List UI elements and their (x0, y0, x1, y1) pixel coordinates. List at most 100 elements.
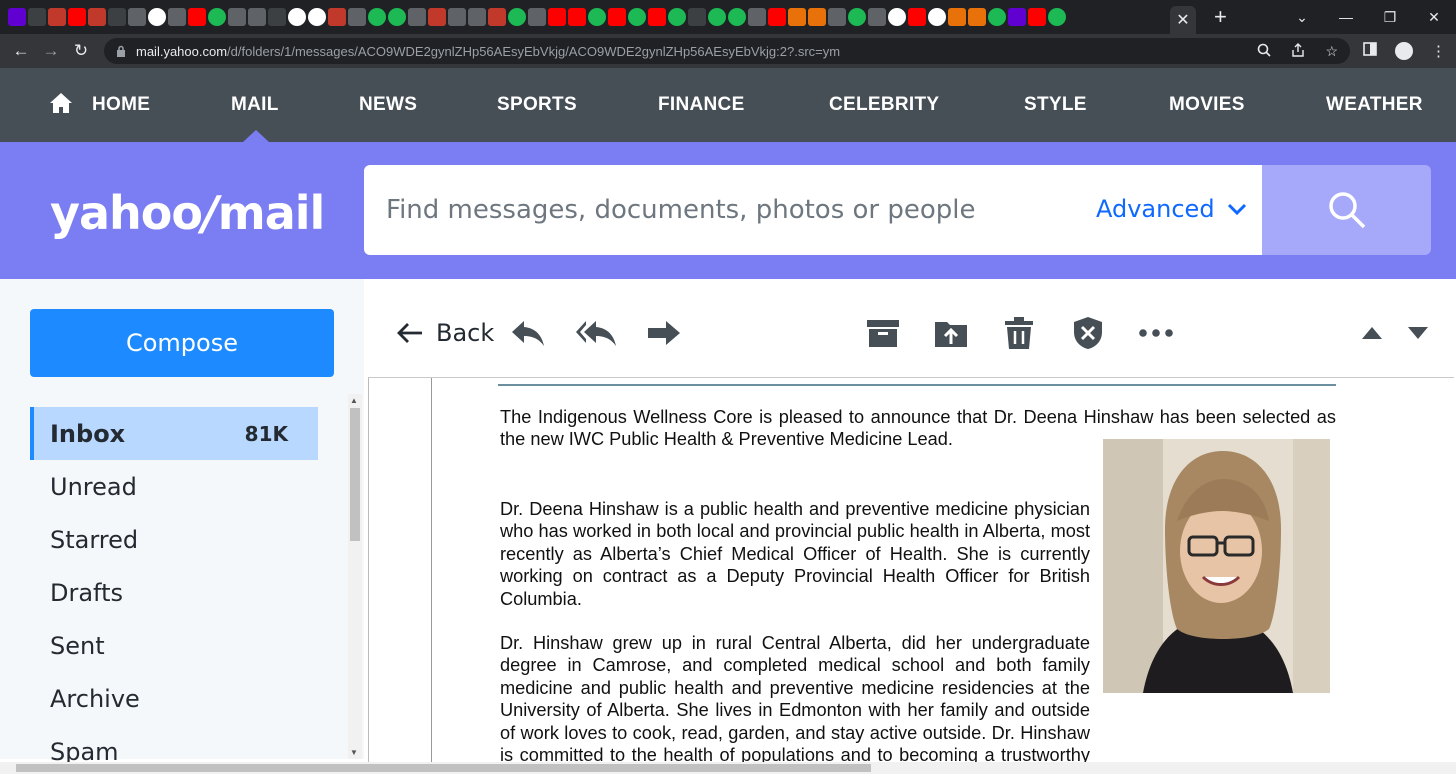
folder-starred[interactable]: Starred (30, 513, 318, 566)
move-button[interactable] (934, 317, 968, 349)
tab-favicon-icon[interactable] (568, 8, 586, 26)
tab-favicon-icon[interactable] (288, 8, 306, 26)
tab-favicon-icon[interactable] (668, 8, 686, 26)
delete-button[interactable] (1004, 317, 1034, 349)
tab-favicon-icon[interactable] (1048, 8, 1066, 26)
reply-button[interactable] (510, 317, 546, 349)
tab-favicon-icon[interactable] (868, 8, 886, 26)
restore-icon[interactable]: ❐ (1368, 9, 1412, 26)
tab-favicon-icon[interactable] (748, 8, 766, 26)
tab-favicon-icon[interactable] (1028, 8, 1046, 26)
sidebar-scroll-thumb[interactable] (350, 408, 360, 541)
scroll-up-icon[interactable]: ▲ (350, 396, 358, 405)
tab-favicon-icon[interactable] (388, 8, 406, 26)
side-panel-icon[interactable] (1363, 42, 1377, 60)
tab-favicon-icon[interactable] (688, 8, 706, 26)
folder-sent[interactable]: Sent (30, 619, 318, 672)
folder-archive[interactable]: Archive (30, 672, 318, 725)
tab-favicon-icon[interactable] (988, 8, 1006, 26)
tab-favicon-icon[interactable] (88, 8, 106, 26)
tab-favicon-icon[interactable] (648, 8, 666, 26)
compose-button[interactable]: Compose (30, 309, 334, 377)
nav-news[interactable]: NEWS (359, 94, 417, 116)
forward-button[interactable] (646, 317, 682, 349)
tab-favicon-icon[interactable] (328, 8, 346, 26)
tab-favicon-icon[interactable] (188, 8, 206, 26)
bookmark-star-icon[interactable]: ☆ (1325, 43, 1338, 60)
home-icon[interactable] (49, 92, 73, 114)
reply-all-button[interactable] (576, 317, 618, 349)
tab-favicon-icon[interactable] (348, 8, 366, 26)
tab-favicon-icon[interactable] (8, 8, 26, 26)
tab-favicon-icon[interactable] (928, 8, 946, 26)
active-tab[interactable]: ✕ (1170, 6, 1196, 34)
tab-favicon-icon[interactable] (908, 8, 926, 26)
scroll-down-icon[interactable]: ▼ (350, 748, 358, 757)
minimize-icon[interactable]: — (1324, 9, 1368, 25)
tab-favicon-icon[interactable] (428, 8, 446, 26)
tab-favicon-icon[interactable] (848, 8, 866, 26)
tab-favicon-icon[interactable] (208, 8, 226, 26)
folder-drafts[interactable]: Drafts (30, 566, 318, 619)
search-button[interactable] (1262, 165, 1431, 255)
close-tab-icon[interactable]: ✕ (1176, 10, 1189, 30)
previous-message-button[interactable] (1361, 317, 1383, 349)
tab-favicon-icon[interactable] (148, 8, 166, 26)
folder-unread[interactable]: Unread (30, 460, 318, 513)
yahoo-mail-logo[interactable]: yahoo/mail (50, 186, 325, 240)
tab-favicon-icon[interactable] (128, 8, 146, 26)
tab-favicon-icon[interactable] (608, 8, 626, 26)
sidebar-scrollbar[interactable]: ▲ ▼ (348, 394, 362, 759)
tab-favicon-icon[interactable] (408, 8, 426, 26)
tab-favicon-icon[interactable] (728, 8, 746, 26)
tab-favicon-icon[interactable] (28, 8, 46, 26)
horizontal-scrollbar[interactable] (0, 762, 1456, 774)
chrome-menu-icon[interactable]: ⋮ (1431, 42, 1446, 60)
search-input[interactable] (386, 189, 1086, 231)
back-button[interactable]: Back (396, 317, 494, 349)
spam-button[interactable] (1072, 317, 1104, 349)
archive-button[interactable] (866, 317, 900, 349)
nav-mail[interactable]: MAIL (231, 94, 279, 116)
tab-favicon-icon[interactable] (168, 8, 186, 26)
tab-favicon-icon[interactable] (1008, 8, 1026, 26)
next-message-button[interactable] (1407, 317, 1429, 349)
tab-favicon-icon[interactable] (228, 8, 246, 26)
nav-movies[interactable]: MOVIES (1169, 94, 1245, 116)
close-window-icon[interactable]: ✕ (1412, 9, 1456, 26)
tab-favicon-icon[interactable] (48, 8, 66, 26)
tab-favicon-icon[interactable] (768, 8, 786, 26)
tab-favicon-icon[interactable] (248, 8, 266, 26)
tab-favicon-icon[interactable] (588, 8, 606, 26)
folder-inbox[interactable]: Inbox 81K (30, 407, 318, 460)
horizontal-scroll-thumb[interactable] (16, 764, 871, 772)
tab-favicon-icon[interactable] (448, 8, 466, 26)
advanced-search-button[interactable]: Advanced (1096, 195, 1247, 223)
nav-home[interactable]: HOME (92, 94, 150, 116)
tab-favicon-icon[interactable] (268, 8, 286, 26)
reload-icon[interactable]: ↻ (66, 41, 96, 61)
tab-favicon-icon[interactable] (308, 8, 326, 26)
share-icon[interactable] (1291, 42, 1305, 60)
nav-style[interactable]: STYLE (1024, 94, 1087, 116)
tab-favicon-icon[interactable] (828, 8, 846, 26)
back-nav-icon[interactable]: ← (6, 41, 36, 61)
tab-favicon-icon[interactable] (888, 8, 906, 26)
profile-avatar-icon[interactable] (1395, 42, 1413, 60)
tab-favicon-icon[interactable] (488, 8, 506, 26)
nav-celebrity[interactable]: CELEBRITY (829, 94, 939, 116)
tab-favicon-icon[interactable] (968, 8, 986, 26)
tab-favicon-icon[interactable] (528, 8, 546, 26)
tab-favicon-icon[interactable] (108, 8, 126, 26)
tab-favicon-icon[interactable] (788, 8, 806, 26)
tab-favicon-icon[interactable] (468, 8, 486, 26)
tab-favicon-icon[interactable] (508, 8, 526, 26)
tab-search-icon[interactable]: ⌄ (1280, 9, 1324, 26)
zoom-icon[interactable] (1257, 43, 1272, 60)
tab-favicon-icon[interactable] (68, 8, 86, 26)
tab-favicon-icon[interactable] (808, 8, 826, 26)
forward-nav-icon[interactable]: → (36, 41, 66, 61)
tab-favicon-icon[interactable] (628, 8, 646, 26)
address-bar[interactable]: mail.yahoo.com/d/folders/1/messages/ACO9… (104, 38, 1350, 64)
more-actions-button[interactable] (1138, 317, 1174, 349)
